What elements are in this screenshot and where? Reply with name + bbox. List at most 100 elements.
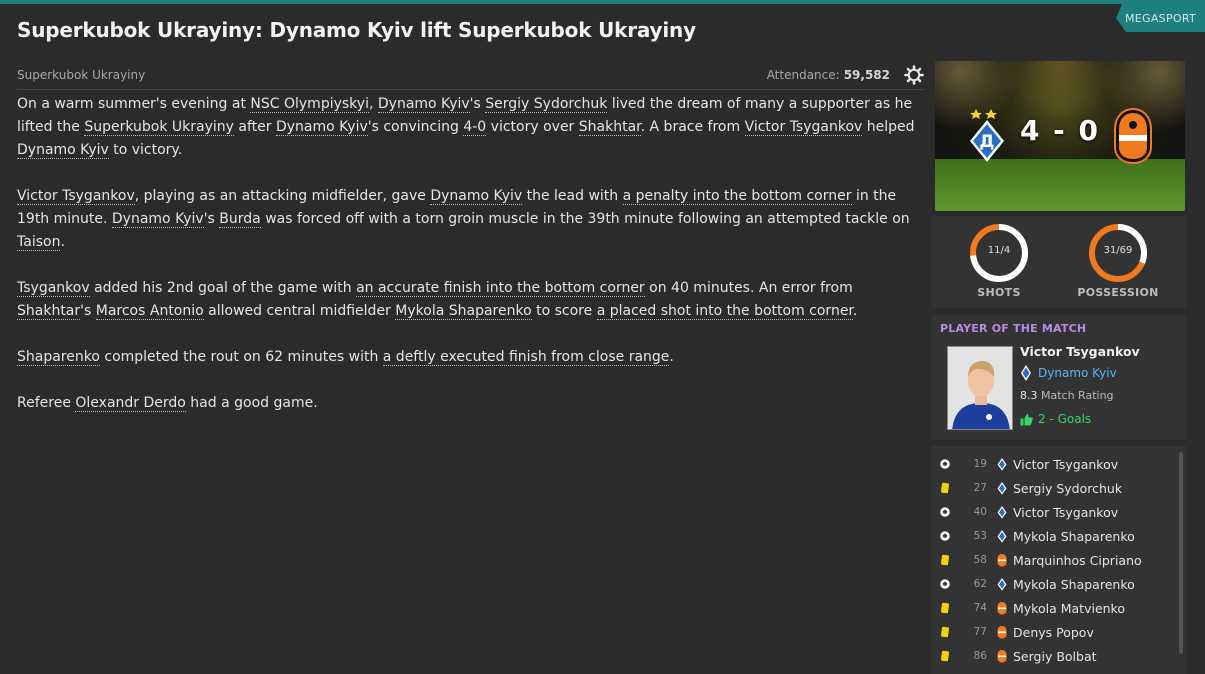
- article-subheader: Superkubok Ukrayiny Attendance: 59,582: [17, 61, 924, 90]
- report-text: added his 2nd goal of the game with: [89, 280, 357, 296]
- potm-club[interactable]: Dynamo Kyiv: [1020, 364, 1117, 382]
- report-link[interactable]: Superkubok Ukrayiny: [84, 119, 234, 136]
- report-link[interactable]: Sergiy Sydorchuk: [485, 96, 608, 113]
- shots-label: SHOTS: [977, 286, 1021, 299]
- event-player[interactable]: Sergiy Bolbat: [1013, 649, 1097, 664]
- event-minute: 19: [973, 458, 987, 470]
- event-player[interactable]: Mykola Matvienko: [1013, 601, 1125, 616]
- possession-stat[interactable]: 31/69 POSSESSION: [1073, 223, 1163, 299]
- shakhtar-crest-icon: [991, 601, 1013, 615]
- report-link[interactable]: an accurate finish into the bottom corne…: [356, 280, 645, 297]
- event-minute: 40: [973, 506, 987, 518]
- attendance-value: 59,582: [843, 68, 890, 82]
- player-of-the-match: PLAYER OF THE MATCH Victor Tsygankov Dyn…: [931, 315, 1187, 440]
- event-row[interactable]: 53 Mykola Shaparenko: [931, 524, 1176, 548]
- yellow-card-icon: [931, 482, 959, 494]
- report-paragraph: Referee Olexandr Derdo had a good game.: [17, 392, 927, 415]
- report-link[interactable]: Dynamo Kyiv: [430, 188, 523, 205]
- report-link[interactable]: Victor Tsygankov: [744, 119, 863, 136]
- possession-label: POSSESSION: [1077, 286, 1159, 299]
- report-link[interactable]: a deftly executed finish from close rang…: [382, 349, 670, 366]
- report-link[interactable]: Shakhtar: [578, 119, 641, 136]
- event-minute: 62: [973, 578, 987, 590]
- report-text: 's convincing: [367, 119, 464, 135]
- report-link[interactable]: Dynamo Kyiv: [17, 142, 109, 159]
- player-avatar-icon: [948, 347, 1012, 429]
- match-report: On a warm summer's evening at NSC Olympi…: [17, 93, 927, 438]
- potm-rating-value: 8.3: [1020, 389, 1038, 402]
- report-link[interactable]: NSC Olympiyskyi: [250, 96, 369, 113]
- goal-ball-icon: [931, 458, 959, 470]
- event-row[interactable]: 19 Victor Tsygankov: [931, 452, 1176, 476]
- event-minute: 58: [973, 554, 987, 566]
- shots-stat[interactable]: 11/4 SHOTS: [954, 223, 1044, 299]
- event-player[interactable]: Victor Tsygankov: [1013, 505, 1118, 520]
- report-link[interactable]: Mykola Shaparenko: [395, 303, 532, 320]
- event-row[interactable]: 86 Sergiy Bolbat: [931, 644, 1176, 668]
- report-text: 's: [80, 303, 96, 319]
- dynamo-kyiv-crest-icon: [991, 529, 1013, 543]
- report-paragraph: On a warm summer's evening at NSC Olympi…: [17, 93, 927, 162]
- report-text: On a warm summer's evening at: [17, 96, 251, 112]
- report-link[interactable]: a placed shot into the bottom corner: [596, 303, 853, 320]
- report-link[interactable]: a penalty into the bottom corner: [622, 188, 852, 205]
- report-link[interactable]: Marcos Antonio: [95, 303, 204, 320]
- report-text: to victory.: [108, 142, 183, 158]
- report-link[interactable]: Olexandr Derdo: [75, 395, 186, 412]
- player-photo[interactable]: [947, 346, 1013, 430]
- potm-name[interactable]: Victor Tsygankov: [1020, 344, 1140, 359]
- event-player[interactable]: Sergiy Sydorchuk: [1013, 481, 1122, 496]
- potm-club-name: Dynamo Kyiv: [1038, 366, 1117, 380]
- event-player[interactable]: Mykola Shaparenko: [1013, 577, 1135, 592]
- event-player[interactable]: Denys Popov: [1013, 625, 1094, 640]
- report-link[interactable]: Shakhtar: [17, 303, 81, 320]
- report-text: victory over: [486, 119, 579, 135]
- report-link[interactable]: Tsygankov: [17, 280, 90, 297]
- event-row[interactable]: 74 Mykola Matvienko: [931, 596, 1176, 620]
- report-link[interactable]: Dynamo Kyiv: [111, 211, 204, 228]
- competition-link[interactable]: Superkubok Ukrayiny: [17, 68, 145, 82]
- event-player[interactable]: Victor Tsygankov: [1013, 457, 1118, 472]
- yellow-card-icon: [931, 626, 959, 638]
- attendance: Attendance: 59,582: [767, 65, 924, 85]
- goal-ball-icon: [931, 578, 959, 590]
- report-link[interactable]: Dynamo Kyiv: [275, 119, 368, 136]
- report-link[interactable]: Dynamo Kyiv: [377, 96, 470, 113]
- yellow-card-icon: [931, 650, 959, 662]
- event-row[interactable]: 58 Marquinhos Cipriano: [931, 548, 1176, 572]
- report-link[interactable]: Victor Tsygankov: [17, 188, 135, 205]
- event-player[interactable]: Marquinhos Cipriano: [1013, 553, 1142, 568]
- dynamo-kyiv-crest-icon: [991, 457, 1013, 471]
- event-minute: 77: [973, 626, 987, 638]
- report-link[interactable]: Shaparenko: [17, 349, 100, 366]
- dynamo-kyiv-crest-icon: [991, 577, 1013, 591]
- dynamo-kyiv-crest-icon: [991, 481, 1013, 495]
- report-text: . A brace from: [640, 119, 745, 135]
- report-text: had a good game.: [185, 395, 318, 411]
- report-link[interactable]: 4-0: [463, 119, 487, 136]
- event-row[interactable]: 62 Mykola Shaparenko: [931, 572, 1176, 596]
- event-minute: 27: [973, 482, 987, 494]
- scoreboard: Д 4 - 0: [935, 61, 1185, 211]
- report-text: 's: [203, 211, 220, 227]
- match-stats: 11/4 SHOTS 31/69 POSSESSION: [931, 216, 1187, 308]
- event-row[interactable]: 27 Sergiy Sydorchuk: [931, 476, 1176, 500]
- shakhtar-crest-icon: [991, 553, 1013, 567]
- report-link[interactable]: Taison: [17, 234, 61, 251]
- event-row[interactable]: 77 Denys Popov: [931, 620, 1176, 644]
- events-scrollbar[interactable]: [1179, 452, 1183, 654]
- event-player[interactable]: Mykola Shaparenko: [1013, 529, 1135, 544]
- top-accent-bar: [0, 0, 1205, 4]
- dynamo-kyiv-crest-icon: [1021, 365, 1031, 381]
- report-text: 's: [469, 96, 486, 112]
- potm-goals-text: 2 - Goals: [1038, 412, 1092, 426]
- event-row[interactable]: 40 Victor Tsygankov: [931, 500, 1176, 524]
- gear-icon[interactable]: [904, 65, 924, 85]
- report-paragraph: Shaparenko completed the rout on 62 minu…: [17, 346, 927, 369]
- pitch-backdrop: [935, 159, 1185, 211]
- report-text: .: [852, 303, 858, 319]
- potm-goals: 2 - Goals: [1020, 412, 1091, 426]
- report-link[interactable]: Burda: [219, 211, 261, 228]
- report-text: , playing as an attacking midfielder, ga…: [134, 188, 431, 204]
- shakhtar-crest-icon[interactable]: [1113, 107, 1153, 165]
